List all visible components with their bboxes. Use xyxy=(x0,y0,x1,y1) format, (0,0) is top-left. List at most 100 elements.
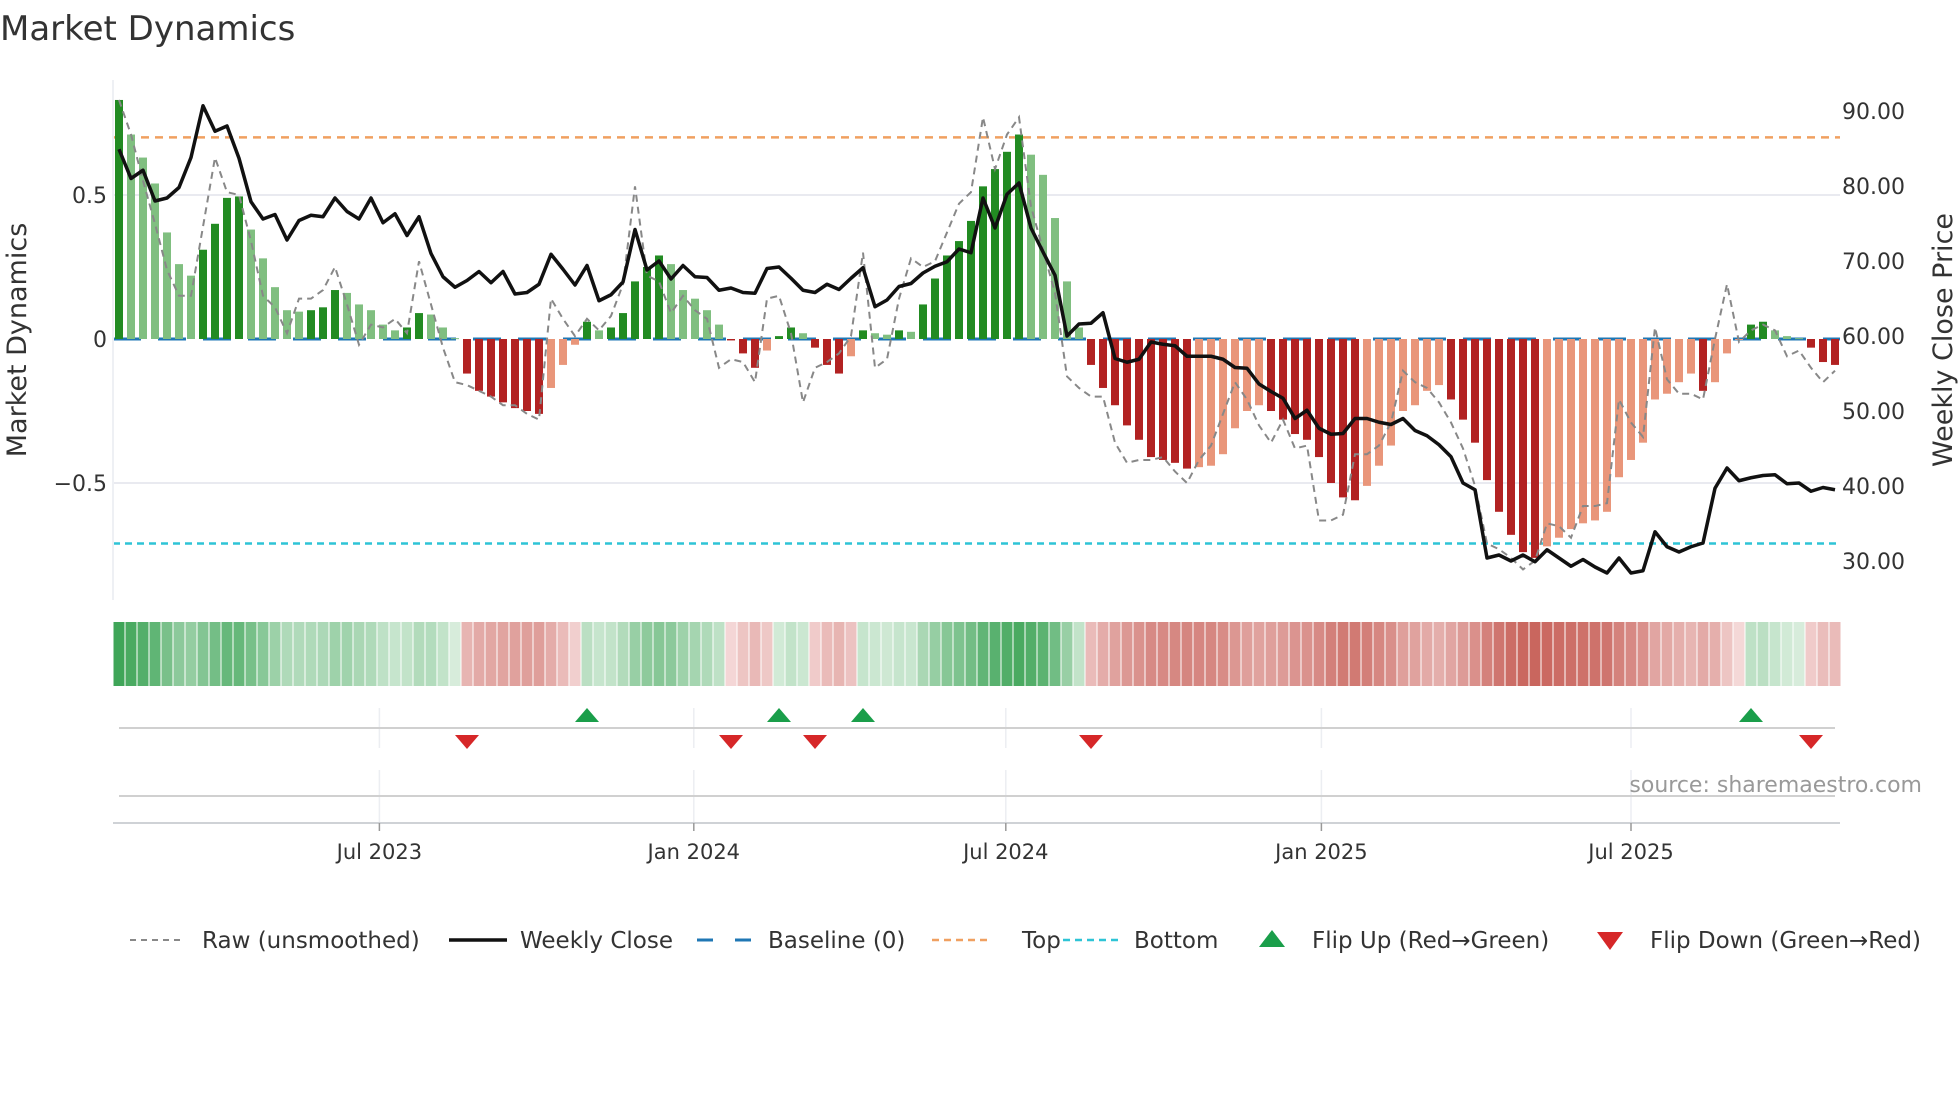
strip-cell xyxy=(1061,622,1073,686)
strip-cell xyxy=(1433,622,1445,686)
momentum-bar xyxy=(739,339,747,354)
strip-cell xyxy=(137,622,149,686)
momentum-bar xyxy=(1603,339,1611,512)
strip-cell xyxy=(437,622,449,686)
strip-cell xyxy=(1193,622,1205,686)
strip-cell xyxy=(905,622,917,686)
strip-cell xyxy=(125,622,137,686)
strip-cell xyxy=(665,622,677,686)
momentum-bar xyxy=(1543,339,1551,547)
strip-cell xyxy=(377,622,389,686)
momentum-bar xyxy=(151,183,159,339)
momentum-bar xyxy=(811,339,819,348)
strip-cell xyxy=(1181,622,1193,686)
strip-cell xyxy=(785,622,797,686)
strip-cell xyxy=(809,622,821,686)
momentum-bar xyxy=(775,336,783,339)
momentum-bar xyxy=(235,196,243,339)
strip-cell xyxy=(557,622,569,686)
strip-cell xyxy=(1697,622,1709,686)
strip-cell xyxy=(1409,622,1421,686)
strip-cell xyxy=(1301,622,1313,686)
strip-cell xyxy=(689,622,701,686)
strip-cell xyxy=(1265,622,1277,686)
strip-cell xyxy=(1025,622,1037,686)
momentum-bar xyxy=(523,339,531,411)
strip-cell xyxy=(509,622,521,686)
strip-cell xyxy=(521,622,533,686)
right-tick-label: 80.00 xyxy=(1842,175,1905,200)
strip-cell xyxy=(1133,622,1145,686)
strip-cell xyxy=(569,622,581,686)
flip-up-marker xyxy=(575,708,599,722)
momentum-bar xyxy=(943,255,951,339)
strip-cell xyxy=(173,622,185,686)
momentum-bar xyxy=(1243,339,1251,411)
momentum-bar xyxy=(1807,339,1815,348)
strip-cell xyxy=(857,622,869,686)
strip-cell xyxy=(1397,622,1409,686)
strip-cell xyxy=(1817,622,1829,686)
momentum-bar xyxy=(487,339,495,397)
strip-cell xyxy=(281,622,293,686)
momentum-bar xyxy=(535,339,543,414)
momentum-bar xyxy=(1687,339,1695,374)
strip-cell xyxy=(965,622,977,686)
strip-cell xyxy=(1529,622,1541,686)
strip-cell xyxy=(1205,622,1217,686)
strip-cell xyxy=(1589,622,1601,686)
strip-cell xyxy=(353,622,365,686)
strip-cell xyxy=(1013,622,1025,686)
momentum-bar xyxy=(1411,339,1419,406)
momentum-bar xyxy=(1315,339,1323,458)
strip-cell xyxy=(113,622,125,686)
strip-cell xyxy=(1109,622,1121,686)
momentum-bar xyxy=(763,339,771,351)
right-tick-label: 40.00 xyxy=(1842,475,1905,500)
strip-cell xyxy=(869,622,881,686)
strip-cell xyxy=(941,622,953,686)
legend-label: Weekly Close xyxy=(520,928,673,954)
momentum-bar xyxy=(1087,339,1095,365)
strip-cell xyxy=(893,622,905,686)
right-tick-label: 30.00 xyxy=(1842,550,1905,575)
strip-cell xyxy=(1469,622,1481,686)
momentum-bar xyxy=(1831,339,1839,365)
momentum-bar xyxy=(991,169,999,339)
strip-cell xyxy=(1421,622,1433,686)
regime-strip xyxy=(113,622,1841,686)
flip-up-marker xyxy=(767,708,791,722)
strip-cell xyxy=(1037,622,1049,686)
strip-cell xyxy=(329,622,341,686)
flip-down-marker xyxy=(719,735,743,749)
strip-cell xyxy=(593,622,605,686)
strip-cell xyxy=(401,622,413,686)
momentum-bar xyxy=(835,339,843,374)
strip-cell xyxy=(1541,622,1553,686)
momentum-bar xyxy=(691,298,699,339)
legend-flip-up-icon xyxy=(1259,930,1285,947)
momentum-bar xyxy=(1279,339,1287,420)
momentum-bar xyxy=(715,324,723,339)
momentum-bar xyxy=(115,99,123,340)
momentum-bar xyxy=(1015,134,1023,339)
momentum-bar xyxy=(1471,339,1479,443)
momentum-bar xyxy=(1099,339,1107,388)
legend-flip-down-icon xyxy=(1597,932,1623,950)
momentum-bar xyxy=(511,339,519,409)
momentum-bar xyxy=(247,229,255,339)
momentum-bar xyxy=(595,330,603,339)
momentum-bar xyxy=(1363,339,1371,486)
momentum-bar xyxy=(439,327,447,339)
momentum-bar xyxy=(883,334,891,339)
momentum-bar xyxy=(1159,339,1167,460)
right-tick-label: 50.00 xyxy=(1842,400,1905,425)
momentum-bar xyxy=(1327,339,1335,483)
market-dynamics-chart: Market Dynamics 0.5 0 −0.5 90.00 80.00 70.00 6… xyxy=(0,9,1959,954)
strip-cell xyxy=(1613,622,1625,686)
strip-cell xyxy=(1757,622,1769,686)
flip-down-marker xyxy=(803,735,827,749)
strip-cell xyxy=(605,622,617,686)
momentum-bar xyxy=(1423,339,1431,391)
momentum-bar xyxy=(391,330,399,339)
